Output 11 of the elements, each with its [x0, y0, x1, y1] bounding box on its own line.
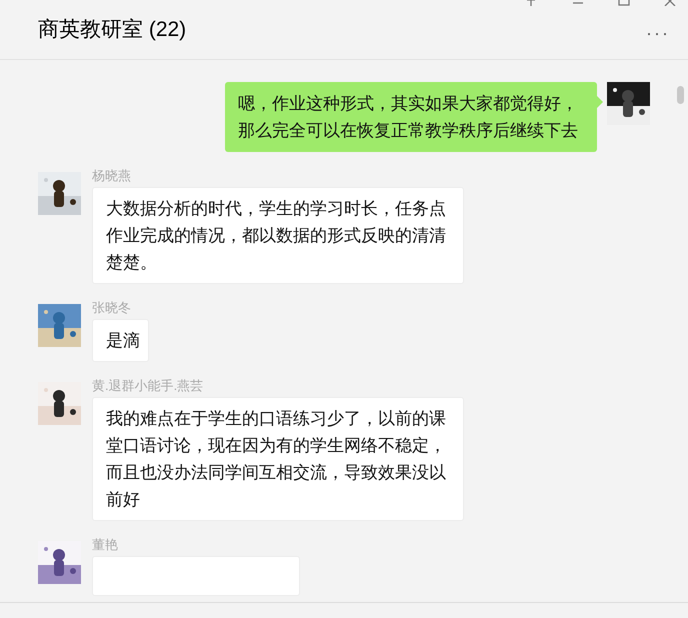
message-bubble: 是滴	[92, 319, 149, 362]
message-bubble: 我的难点在于学生的口语练习少了，以前的课堂口语讨论，现在因为有的学生网络不稳定，而且也没办法同学间互相交流，导致效果没以前好	[92, 397, 464, 521]
message-bubble: 嗯，作业这种形式，其实如果大家都觉得好，那么完全可以在恢复正常教学秩序后继续下去	[225, 82, 597, 152]
sender-name: 黄.退群小能手.燕芸	[92, 377, 204, 394]
sender-name: 杨晓燕	[92, 167, 131, 184]
more-button[interactable]: ···	[646, 20, 670, 47]
message-bubble: 大数据分析的时代，学生的学习时长，任务点作业完成的情况，都以数据的形式反映的清清楚楚。	[92, 187, 464, 284]
sender-name: 董艳	[92, 536, 118, 553]
window-title: 商英教研室 (22)	[38, 16, 186, 43]
scrollbar-thumb[interactable]	[677, 86, 684, 104]
sender-name: 张晓冬	[92, 299, 131, 316]
